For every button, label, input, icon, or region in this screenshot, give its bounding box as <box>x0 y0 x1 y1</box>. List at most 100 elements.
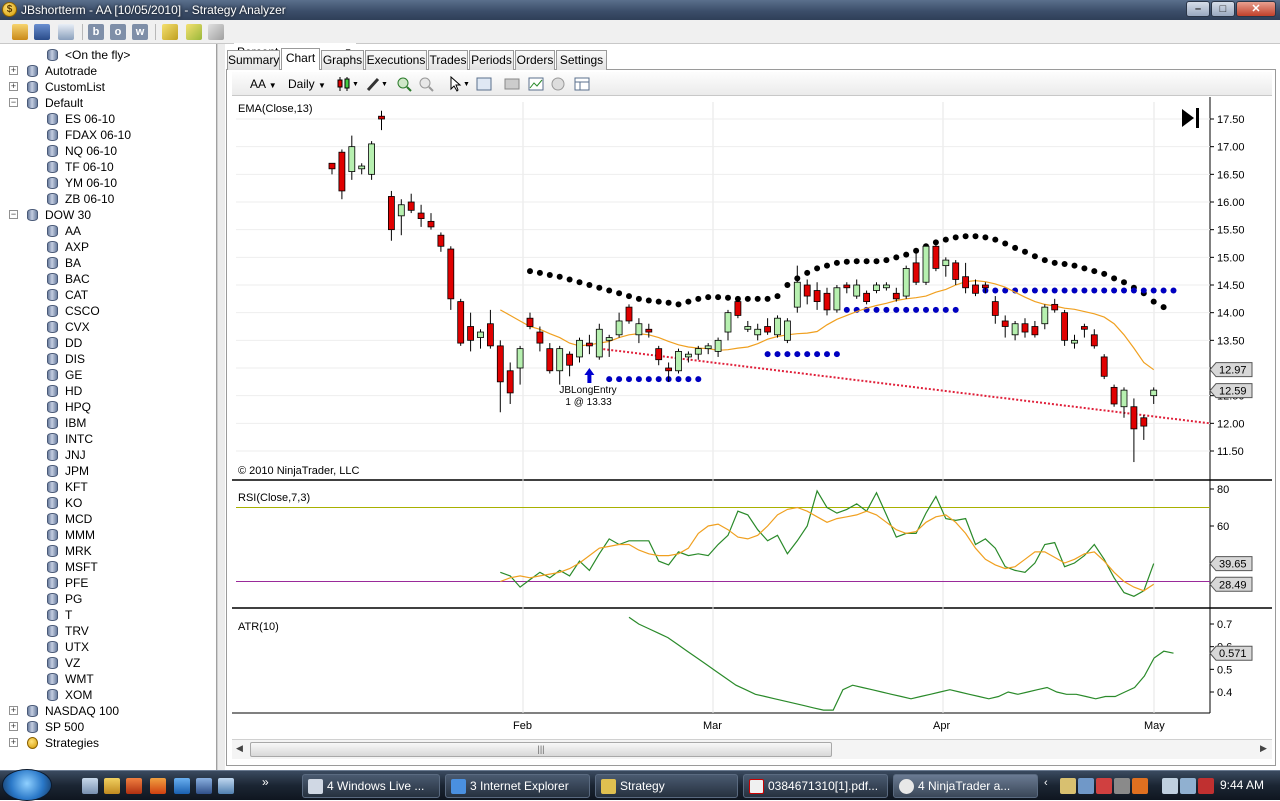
expand-icon[interactable]: + <box>9 722 18 731</box>
optimize-icon[interactable] <box>162 24 178 40</box>
drawing-tool-icon[interactable]: ▼ <box>366 76 388 92</box>
bar-type-icon[interactable]: ▼ <box>336 76 359 92</box>
properties-icon[interactable] <box>476 76 492 92</box>
tray-app-icon[interactable] <box>1060 778 1076 794</box>
start-button[interactable] <box>2 769 52 801</box>
tab-chart[interactable]: Chart <box>281 48 320 70</box>
tooltip-toggle-icon[interactable] <box>550 76 566 92</box>
price-chart[interactable]: Feb Mar Apr May 17.50 17.00 16.50 16.00 15.50 15.… <box>232 97 1272 737</box>
internet-explorer-icon[interactable] <box>174 778 190 794</box>
tree-item[interactable]: IBM <box>0 415 216 431</box>
tree-item[interactable]: + CustomList <box>0 79 216 95</box>
taskbar-internet-explorer[interactable]: 3 Internet Explorer <box>445 774 590 798</box>
scroll-thumb[interactable]: ||| <box>250 742 832 757</box>
tree-item[interactable]: − Default <box>0 95 216 111</box>
tree-item[interactable]: MCD <box>0 511 216 527</box>
instrument-selector[interactable]: AA ▼ <box>250 76 277 92</box>
close-button[interactable]: ✕ <box>1236 1 1276 17</box>
tree-item[interactable]: − DOW 30 <box>0 207 216 223</box>
tree-item[interactable]: JNJ <box>0 447 216 463</box>
tab-summary[interactable]: Summary <box>227 50 280 70</box>
tree-item[interactable]: UTX <box>0 639 216 655</box>
instrument-tree[interactable]: <On the fly> + Autotrade + CustomList − Defaul… <box>0 44 217 770</box>
tab-trades[interactable]: Trades <box>428 50 468 70</box>
tree-item[interactable]: DD <box>0 335 216 351</box>
monitor-icon[interactable] <box>196 778 212 794</box>
tree-item[interactable]: TRV <box>0 623 216 639</box>
taskbar-windows-live[interactable]: 4 Windows Live ... <box>302 774 440 798</box>
expand-icon[interactable]: + <box>9 82 18 91</box>
chart-scrollbar[interactable]: ◀ ||| ▶ <box>232 739 1272 759</box>
zoom-in-icon[interactable] <box>396 76 412 92</box>
scroll-right-icon[interactable]: ▶ <box>1260 743 1267 754</box>
strategies-icon[interactable] <box>504 76 520 92</box>
maximize-button[interactable]: □ <box>1211 1 1235 17</box>
tree-item[interactable]: PG <box>0 591 216 607</box>
tree-item[interactable]: + NASDAQ 100 <box>0 703 216 719</box>
walk-forward-icon[interactable] <box>186 24 202 40</box>
skip-to-end-bar[interactable] <box>1196 108 1199 128</box>
taskbar-pdf[interactable]: 0384671310[1].pdf... <box>743 774 888 798</box>
tab-graphs[interactable]: Graphs <box>321 50 364 70</box>
tree-item[interactable]: PFE <box>0 575 216 591</box>
tree-item[interactable]: HD <box>0 383 216 399</box>
tab-orders[interactable]: Orders <box>515 50 555 70</box>
taskbar-ninjatrader[interactable]: 4 NinjaTrader a... <box>893 774 1038 798</box>
system-clock[interactable]: 9:44 AM <box>1220 778 1264 792</box>
pane-splitter[interactable] <box>217 44 225 770</box>
tree-item[interactable]: JPM <box>0 463 216 479</box>
explorer-icon[interactable] <box>104 778 120 794</box>
tree-item[interactable]: BAC <box>0 271 216 287</box>
tray-app-icon[interactable] <box>1078 778 1094 794</box>
show-desktop-icon[interactable] <box>82 778 98 794</box>
scroll-left-icon[interactable]: ◀ <box>236 743 243 754</box>
skip-to-end-icon[interactable] <box>1182 109 1194 127</box>
bar-w-button[interactable]: w <box>132 24 148 40</box>
cursor-tool-icon[interactable]: ▼ <box>448 75 470 92</box>
tree-item[interactable]: HPQ <box>0 399 216 415</box>
tree-item[interactable]: MSFT <box>0 559 216 575</box>
tree-item[interactable]: GE <box>0 367 216 383</box>
tree-item[interactable]: CAT <box>0 287 216 303</box>
tree-item[interactable]: TF 06-10 <box>0 159 216 175</box>
tree-item[interactable]: AXP <box>0 239 216 255</box>
tree-item[interactable]: BA <box>0 255 216 271</box>
network-icon[interactable] <box>218 778 234 794</box>
interval-selector[interactable]: Daily ▼ <box>288 76 326 92</box>
collapse-icon[interactable]: − <box>9 210 18 219</box>
tree-item[interactable]: + Autotrade <box>0 63 216 79</box>
bar-b-button[interactable]: b <box>88 24 104 40</box>
quicklaunch-overflow-icon[interactable]: » <box>262 775 269 789</box>
backtest-icon[interactable] <box>208 24 224 40</box>
taskbar-strategy[interactable]: Strategy <box>595 774 738 798</box>
tree-item[interactable]: CVX <box>0 319 216 335</box>
expand-icon[interactable]: + <box>9 706 18 715</box>
tab-periods[interactable]: Periods <box>469 50 514 70</box>
tree-item[interactable]: <On the fly> <box>0 47 216 63</box>
tree-item[interactable]: ZB 06-10 <box>0 191 216 207</box>
tray-app-icon[interactable] <box>1096 778 1112 794</box>
tree-item[interactable]: XOM <box>0 687 216 703</box>
tree-item[interactable]: NQ 06-10 <box>0 143 216 159</box>
tree-item[interactable]: KO <box>0 495 216 511</box>
minimize-button[interactable]: – <box>1186 1 1210 17</box>
tray-expand-icon[interactable]: ‹ <box>1044 777 1048 789</box>
volume-icon[interactable] <box>1198 778 1214 794</box>
indicators-icon[interactable] <box>528 76 544 92</box>
tab-executions[interactable]: Executions <box>365 50 427 70</box>
open-folder-icon[interactable] <box>12 24 28 40</box>
tree-item[interactable]: WMT <box>0 671 216 687</box>
tray-app-icon[interactable] <box>1132 778 1148 794</box>
expand-icon[interactable]: + <box>9 738 18 747</box>
tree-item[interactable]: MRK <box>0 543 216 559</box>
expand-icon[interactable]: + <box>9 66 18 75</box>
firefox-icon[interactable] <box>150 778 166 794</box>
tree-item[interactable]: INTC <box>0 431 216 447</box>
tree-item[interactable]: + Strategies <box>0 735 216 751</box>
ninjatrader-app-icon[interactable]: $ <box>2 2 17 17</box>
tree-item[interactable]: MMM <box>0 527 216 543</box>
export-icon[interactable] <box>58 24 74 40</box>
bar-o-button[interactable]: o <box>110 24 126 40</box>
tree-item[interactable]: T <box>0 607 216 623</box>
collapse-icon[interactable]: − <box>9 98 18 107</box>
